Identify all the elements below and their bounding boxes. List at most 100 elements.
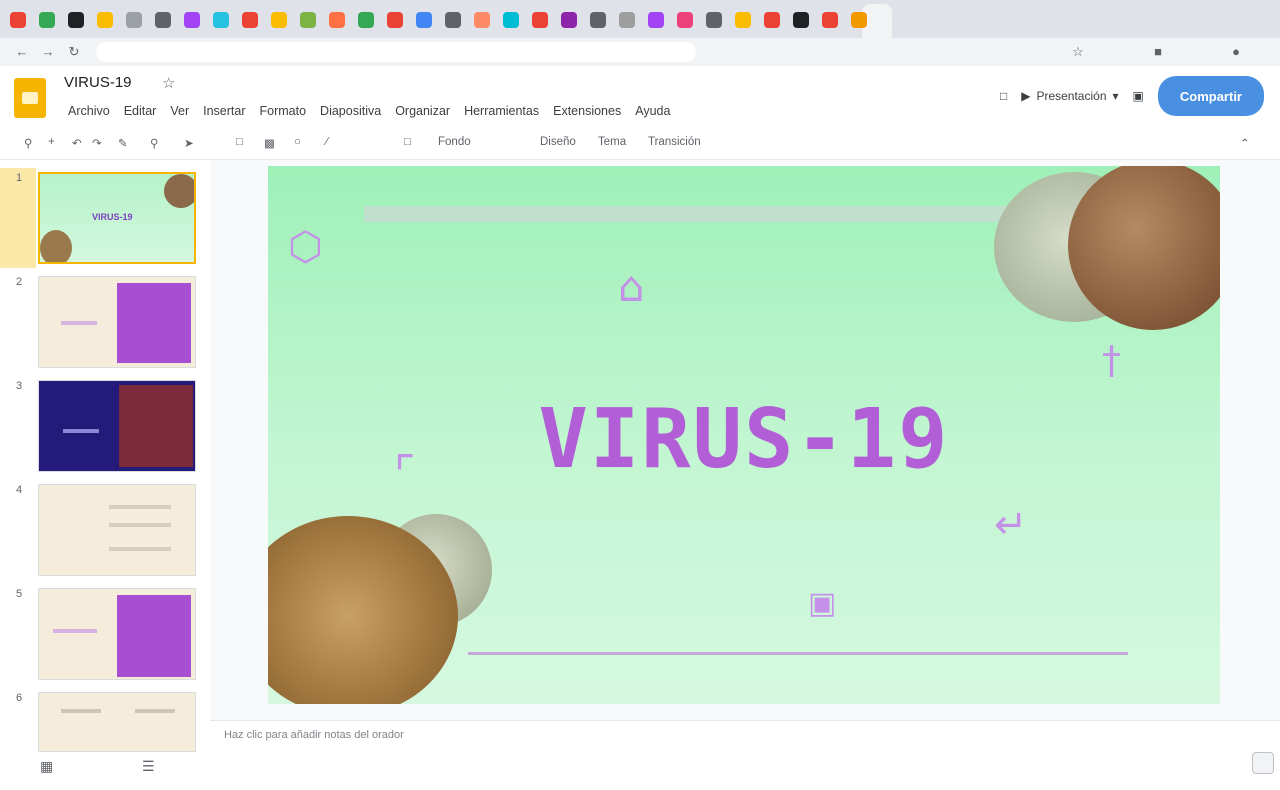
bookmark-icon[interactable]: ☆ [1070,44,1086,60]
tab-favicon-icon[interactable] [387,12,403,28]
tab-favicon-icon[interactable] [10,12,26,28]
comment-add-icon[interactable]: □ [404,136,411,148]
tab-favicon-icon[interactable] [822,12,838,28]
slide-thumbnail[interactable] [38,692,196,752]
tab-favicon-icon[interactable] [271,12,287,28]
filmstrip-slide[interactable]: 5 [0,584,210,684]
tab-favicon-icon[interactable] [561,12,577,28]
thumbnail-text-line [135,709,175,713]
tab-favicon-icon[interactable] [68,12,84,28]
tab-favicon-icon[interactable] [358,12,374,28]
side-panel-toggle-icon[interactable] [1252,752,1274,774]
menu-item[interactable]: Ayuda [629,102,676,120]
new-slide-icon[interactable]: + [48,136,55,148]
thumbnail-text-line [109,505,171,509]
slideshow-button[interactable]: ▶ Presentación ▾ [1021,89,1118,103]
layout-button[interactable]: Diseño [540,136,576,148]
url-field[interactable] [96,42,696,62]
text-box-icon[interactable]: □ [236,136,243,148]
image-icon[interactable]: ▩ [264,136,275,150]
background-button[interactable]: Fondo [438,136,471,148]
forward-icon[interactable]: → [40,44,56,60]
filmstrip-slide[interactable]: 3 [0,376,210,476]
document-title[interactable]: VIRUS-19 [64,74,132,91]
tab-favicon-icon[interactable] [155,12,171,28]
tab-favicon-icon[interactable] [764,12,780,28]
current-slide[interactable]: ⬡ ⌂ † ⌜ ↵ ▣ VIRUS-19 [268,166,1220,704]
theme-button[interactable]: Tema [598,136,626,148]
tab-favicon-icon[interactable] [590,12,606,28]
menu-item[interactable]: Ver [164,102,195,120]
slideshow-label: Presentación [1036,89,1107,103]
menu-item[interactable]: Herramientas [458,102,545,120]
tab-favicon-icon[interactable] [619,12,635,28]
tab-favicon-icon[interactable] [851,12,867,28]
tab-favicon-icon[interactable] [329,12,345,28]
menu-item[interactable]: Formato [254,102,313,120]
redo-icon[interactable]: ↷ [92,136,102,150]
chevron-up-icon[interactable]: ⌃ [1240,136,1250,150]
back-icon[interactable]: ← [14,44,30,60]
undo-icon[interactable]: ↶ [72,136,82,150]
filmstrip-slide[interactable]: 4 [0,480,210,580]
menu-item[interactable]: Diapositiva [314,102,387,120]
menu-item[interactable]: Organizar [389,102,456,120]
menu-item[interactable]: Extensiones [547,102,627,120]
slide-thumbnail[interactable]: VIRUS-19 [38,172,196,264]
tab-favicon-icon[interactable] [706,12,722,28]
extensions-icon[interactable]: ■ [1150,44,1166,60]
slide-title[interactable]: VIRUS-19 [268,392,1220,487]
tab-favicon-icon[interactable] [445,12,461,28]
thumbnail-purple-block [117,595,191,677]
reload-icon[interactable]: ↻ [66,44,82,60]
tab-favicon-icon[interactable] [474,12,490,28]
tab-favicon-icon[interactable] [503,12,519,28]
comments-icon[interactable]: □ [1000,89,1007,103]
chevron-down-icon[interactable]: ▾ [1113,89,1119,103]
profile-icon[interactable]: ● [1228,44,1244,60]
slides-logo-icon[interactable] [14,78,46,118]
speaker-notes[interactable]: Haz clic para añadir notas del orador [210,720,1280,790]
slide-thumbnail[interactable] [38,380,196,472]
meet-button[interactable]: ▣ [1133,89,1144,103]
tab-favicon-icon[interactable] [300,12,316,28]
tab-favicon-icon[interactable] [677,12,693,28]
filmstrip-slide[interactable]: 1 VIRUS-19 [0,168,210,268]
zoom-icon[interactable]: ⚲ [150,136,158,150]
thumbnail-text-line [53,629,97,633]
tab-favicon-icon[interactable] [735,12,751,28]
thumbnail-text-line [109,523,171,527]
arrow-decoration-icon: ↵ [994,502,1028,548]
slide-thumbnail[interactable] [38,276,196,368]
filmstrip-slide[interactable]: 2 [0,272,210,372]
tab-favicon-icon[interactable] [97,12,113,28]
tab-favicon-icon[interactable] [793,12,809,28]
tab-favicon-icon[interactable] [39,12,55,28]
filmstrip-view-icon[interactable]: ☰ [142,758,155,775]
search-menu-icon[interactable]: ⚲ [24,136,32,150]
tab-favicon-icon[interactable] [184,12,200,28]
slide-subtitle[interactable] [530,488,810,496]
shape-icon[interactable]: ○ [294,136,301,148]
tab-favicon-icon[interactable] [532,12,548,28]
tab-favicon-icon[interactable] [416,12,432,28]
tab-favicon-icon[interactable] [648,12,664,28]
cursor-icon[interactable]: ➤ [184,136,194,150]
grid-view-icon[interactable]: ▦ [40,758,53,775]
decorative-bar [364,206,1014,222]
transition-button[interactable]: Transición [648,136,701,148]
play-icon: ▶ [1021,89,1031,103]
share-button[interactable]: Compartir [1157,76,1264,116]
paint-format-icon[interactable]: ✎ [118,136,128,150]
tab-favicon-icon[interactable] [126,12,142,28]
star-icon[interactable]: ☆ [162,74,175,92]
house-decoration-icon: ⌂ [618,262,645,311]
slide-thumbnail[interactable] [38,484,196,576]
slide-thumbnail[interactable] [38,588,196,680]
menu-item[interactable]: Archivo [62,102,116,120]
tab-favicon-icon[interactable] [242,12,258,28]
menu-item[interactable]: Insertar [197,102,251,120]
line-icon[interactable]: ∕ [326,136,328,148]
tab-favicon-icon[interactable] [213,12,229,28]
menu-item[interactable]: Editar [118,102,163,120]
